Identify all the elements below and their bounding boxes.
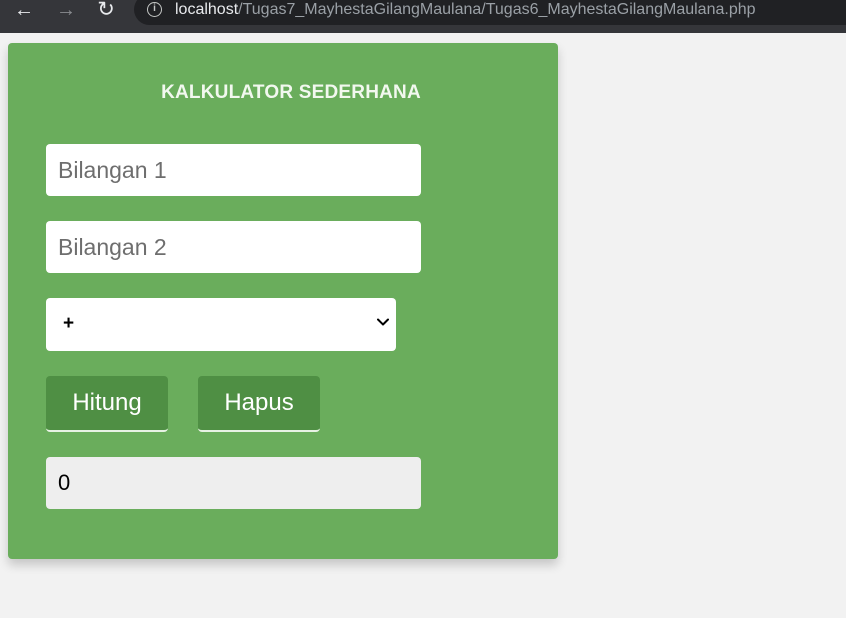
forward-arrow-icon[interactable]: → [54,0,78,22]
calculator-title: KALKULATOR SEDERHANA [161,82,421,103]
calculator-card: KALKULATOR SEDERHANA + Hitung Hapus 0 [8,43,558,559]
info-icon[interactable]: i [147,2,162,17]
bilangan-2-input[interactable] [46,221,421,273]
reload-icon[interactable]: ↻ [94,0,118,22]
bilangan-1-input[interactable] [46,144,421,196]
address-bar[interactable]: i localhost/Tugas7_MayhestaGilangMaulana… [134,0,846,25]
result-field: 0 [46,457,421,509]
url-text[interactable]: localhost/Tugas7_MayhestaGilangMaulana/T… [175,0,756,19]
hapus-button[interactable]: Hapus [198,376,320,432]
operator-selected-value: + [63,313,75,334]
browser-toolbar: ← → ↻ i localhost/Tugas7_MayhestaGilangM… [0,0,846,33]
hitung-button[interactable]: Hitung [46,376,168,432]
back-arrow-icon[interactable]: ← [12,0,36,22]
operator-select[interactable]: + [46,298,396,351]
url-host: localhost [175,1,239,18]
chevron-down-icon [377,318,389,326]
url-path: /Tugas7_MayhestaGilangMaulana/Tugas6_May… [238,1,756,18]
